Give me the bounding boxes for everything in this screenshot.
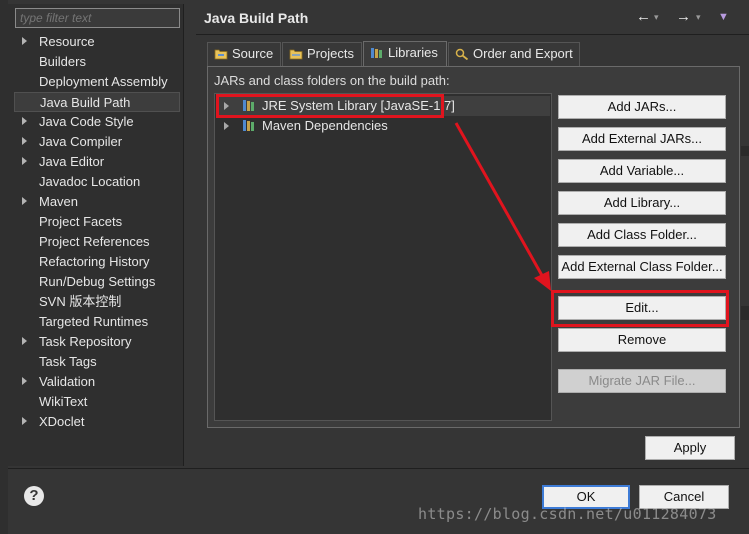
nav-item-label: Task Tags [39,354,97,369]
nav-list: Resource Builders Deployment Assembly Java … [14,32,180,432]
nav-item-project-facets[interactable]: Project Facets [14,212,180,232]
bottom-divider [8,468,749,469]
build-path-label: JARs and class folders on the build path… [214,73,450,88]
nav-item-java-build-path[interactable]: Java Build Path [14,92,180,112]
expand-arrow-icon[interactable] [224,122,229,130]
back-arrow-icon[interactable]: ← [636,8,651,25]
library-icon [243,120,254,131]
migrate-jar-button[interactable]: Migrate JAR File... [558,369,726,393]
tab-projects[interactable]: Projects [282,42,362,66]
add-variable-button[interactable]: Add Variable... [558,159,726,183]
tree-item-jre-system-library[interactable]: JRE System Library [JavaSE-1.7] [216,96,550,116]
nav-item-label: Run/Debug Settings [39,274,156,289]
nav-item-refactoring-history[interactable]: Refactoring History [14,252,180,272]
source-folder-icon [214,49,228,60]
nav-item-label: Project Facets [39,214,123,229]
nav-item-label: Task Repository [39,334,132,349]
nav-item-run-debug-settings[interactable]: Run/Debug Settings [14,272,180,292]
add-jars-button[interactable]: Add JARs... [558,95,726,119]
nav-item-label: Builders [39,54,86,69]
library-icon [243,100,254,111]
view-menu-icon[interactable]: ▼ [718,11,729,23]
expand-arrow-icon[interactable] [22,37,27,45]
libraries-icon [371,48,382,58]
back-menu-chevron-icon[interactable]: ▾ [654,12,659,23]
expand-arrow-icon[interactable] [22,377,27,385]
nav-item-java-editor[interactable]: Java Editor [14,152,180,172]
nav-item-deployment-assembly[interactable]: Deployment Assembly [14,72,180,92]
add-library-button[interactable]: Add Library... [558,191,726,215]
nav-item-svn[interactable]: SVN 版本控制 [14,292,180,312]
edit-button[interactable]: Edit... [558,296,726,320]
forward-arrow-icon[interactable]: → [676,8,691,25]
tab-projects-label: Projects [307,46,354,61]
tab-libraries-label: Libraries [388,45,438,60]
filter-input[interactable] [15,8,180,28]
history-toolbar: ← ▾ → ▾ ▼ [636,8,740,26]
expand-arrow-icon[interactable] [22,337,27,345]
forward-menu-chevron-icon[interactable]: ▾ [696,12,701,23]
tree-item-label: JRE System Library [JavaSE-1.7] [262,98,455,113]
nav-item-label: XDoclet [39,414,85,429]
remove-button[interactable]: Remove [558,328,726,352]
expand-arrow-icon[interactable] [224,102,229,110]
nav-item-label: Refactoring History [39,254,150,269]
expand-arrow-icon[interactable] [22,417,27,425]
expand-arrow-icon[interactable] [22,157,27,165]
nav-item-xdoclet[interactable]: XDoclet [14,412,180,432]
add-external-class-folder-button[interactable]: Add External Class Folder... [558,255,726,279]
watermark: https://blog.csdn.net/u011284073 [418,505,717,523]
nav-item-task-repository[interactable]: Task Repository [14,332,180,352]
add-external-jars-button[interactable]: Add External JARs... [558,127,726,151]
tab-order-and-export-label: Order and Export [473,46,573,61]
nav-item-maven[interactable]: Maven [14,192,180,212]
nav-item-label: Javadoc Location [39,174,141,189]
window-edge [0,0,8,534]
nav-item-label: Targeted Runtimes [39,314,149,329]
tab-order-and-export[interactable]: Order and Export [448,42,580,66]
page-title: Java Build Path [204,10,309,26]
nav-item-task-tags[interactable]: Task Tags [14,352,180,372]
nav-item-label: Resource [39,34,95,49]
nav-item-javadoc-location[interactable]: Javadoc Location [14,172,180,192]
nav-item-label: Java Build Path [40,95,131,110]
tree-item-label: Maven Dependencies [262,118,388,133]
help-icon[interactable]: ? [24,486,44,506]
tab-source-label: Source [232,46,274,61]
nav-item-label: WikiText [39,394,88,409]
nav-item-java-compiler[interactable]: Java Compiler [14,132,180,152]
nav-item-label: Validation [39,374,96,389]
annotation-arrow-icon [454,122,551,291]
edge-strip [741,146,749,156]
nav-item-java-code-style[interactable]: Java Code Style [14,112,180,132]
nav-item-wikitext[interactable]: WikiText [14,392,180,412]
nav-item-resource[interactable]: Resource [14,32,180,52]
nav-item-validation[interactable]: Validation [14,372,180,392]
projects-folder-icon [289,49,303,60]
properties-dialog: Resource Builders Deployment Assembly Java … [0,0,749,534]
tab-libraries[interactable]: Libraries [363,41,447,66]
nav-item-label: SVN 版本控制 [39,294,122,309]
apply-button[interactable]: Apply [645,436,735,460]
nav-item-label: Java Compiler [39,134,123,149]
order-export-icon [455,48,469,60]
edge-strip [741,306,749,320]
expand-arrow-icon[interactable] [22,197,27,205]
nav-item-label: Project References [39,234,150,249]
expand-arrow-icon[interactable] [22,137,27,145]
nav-item-project-references[interactable]: Project References [14,232,180,252]
nav-item-targeted-runtimes[interactable]: Targeted Runtimes [14,312,180,332]
nav-item-label: Maven [39,194,79,209]
header-divider [196,34,749,35]
add-class-folder-button[interactable]: Add Class Folder... [558,223,726,247]
nav-item-label: Deployment Assembly [39,74,168,89]
nav-item-label: Java Code Style [39,114,134,129]
tab-source[interactable]: Source [207,42,281,66]
properties-nav: Resource Builders Deployment Assembly Java … [8,4,184,466]
expand-arrow-icon[interactable] [22,117,27,125]
nav-item-builders[interactable]: Builders [14,52,180,72]
nav-item-label: Java Editor [39,154,105,169]
